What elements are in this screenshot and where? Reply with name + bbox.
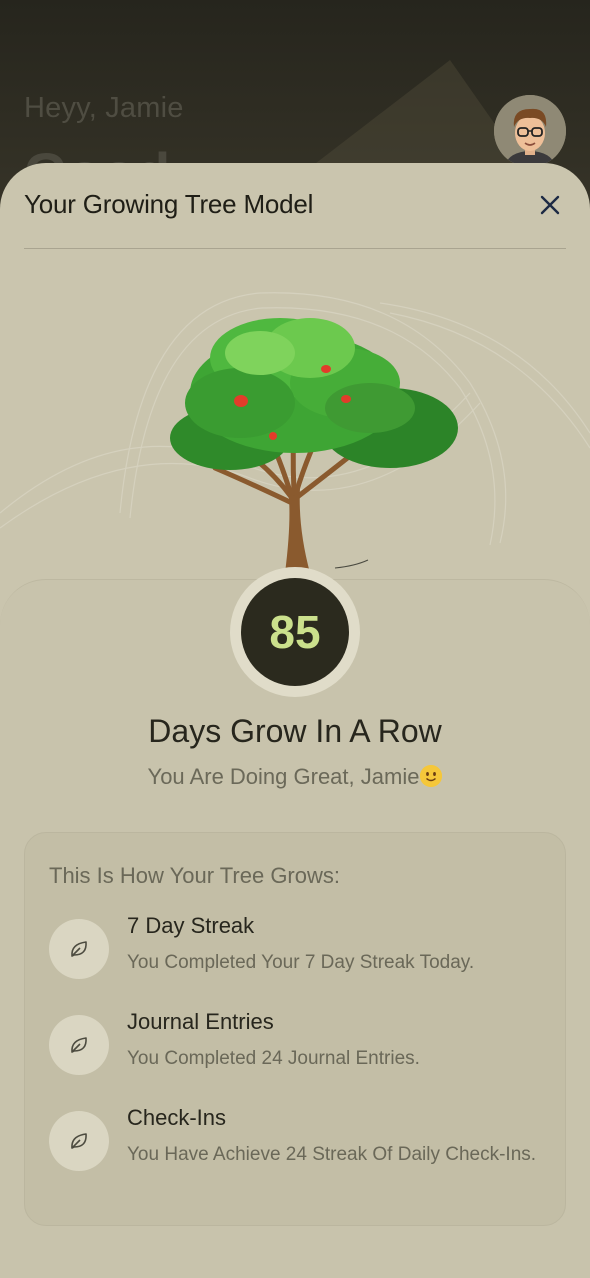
streak-title: Days Grow In A Row — [148, 713, 442, 749]
close-button[interactable] — [534, 189, 566, 221]
item-title: Journal Entries — [127, 1009, 274, 1034]
item-description: You Completed 24 Journal Entries. — [127, 1048, 420, 1069]
tree-model-sheet: Your Growing Tree Model 85 Days Grow In … — [0, 163, 590, 1278]
streak-count: 85 — [241, 578, 349, 686]
greeting-text: Heyy, Jamie — [24, 92, 184, 124]
streak-subtitle: You Are Doing Great, Jamie — [147, 764, 420, 789]
growth-info-card: This Is How Your Tree Grows: 7 Day Strea… — [24, 832, 566, 1226]
close-icon — [540, 195, 560, 215]
growth-heading: This Is How Your Tree Grows: — [49, 863, 340, 888]
item-description: You Have Achieve 24 Streak Of Daily Chec… — [127, 1144, 537, 1165]
item-title: Check-Ins — [127, 1105, 227, 1130]
avatar[interactable] — [494, 95, 566, 167]
smile-emoji-icon — [420, 765, 443, 787]
tree-illustration — [170, 318, 458, 573]
streak-counter: 85 — [230, 567, 360, 697]
item-title: 7 Day Streak — [127, 913, 255, 938]
leaf-icon — [49, 1111, 109, 1171]
streak-subtitle-row: You Are Doing Great, Jamie — [0, 764, 590, 790]
sheet-header: Your Growing Tree Model — [24, 189, 566, 249]
item-description: You Completed Your 7 Day Streak Today. — [127, 952, 475, 973]
leaf-icon — [49, 919, 109, 979]
leaf-icon — [49, 1015, 109, 1075]
sheet-title: Your Growing Tree Model — [24, 189, 314, 219]
